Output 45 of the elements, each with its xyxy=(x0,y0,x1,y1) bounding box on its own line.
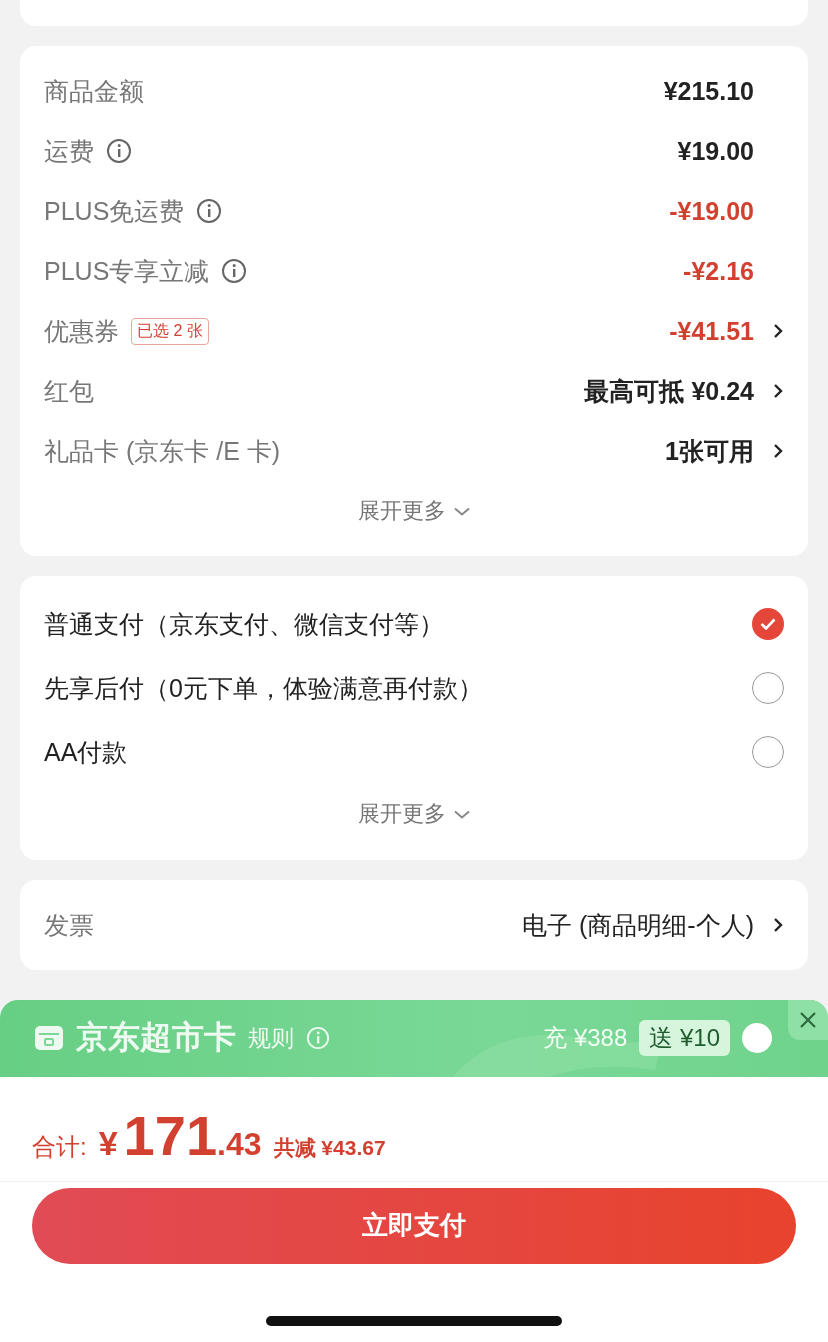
radio-button[interactable] xyxy=(752,672,784,704)
fee-label: 商品金额 xyxy=(44,75,144,107)
promo-title: 京东超市卡 xyxy=(76,1018,236,1058)
pay-button[interactable]: 立即支付 xyxy=(32,1187,796,1264)
close-button[interactable] xyxy=(788,1000,828,1040)
payment-option-label: AA付款 xyxy=(44,736,128,768)
recharge-amount: 充 ¥388 xyxy=(543,1023,628,1054)
fee-value: -¥19.00 xyxy=(669,196,754,226)
promo-checkbox[interactable] xyxy=(742,1023,772,1054)
check-icon xyxy=(760,618,776,630)
total-decimal: .43 xyxy=(217,1125,262,1163)
fee-value: ¥215.10 xyxy=(663,76,754,106)
fee-label: 礼品卡 (京东卡 /E 卡) xyxy=(44,435,281,467)
currency-symbol: ¥ xyxy=(98,1123,118,1163)
card-icon xyxy=(34,1025,64,1052)
fee-value: 最高可抵 ¥0.24 xyxy=(584,375,754,407)
info-icon[interactable] xyxy=(196,198,223,224)
chevron-down-icon xyxy=(454,506,470,516)
chevron-right-icon xyxy=(773,917,783,933)
fee-value: -¥2.16 xyxy=(683,256,754,286)
info-icon[interactable] xyxy=(221,258,248,284)
expand-more-link[interactable]: 展开更多 xyxy=(358,799,446,829)
fee-label: 运费 xyxy=(44,135,94,167)
expand-more-link[interactable]: 展开更多 xyxy=(358,496,446,526)
invoice-label: 发票 xyxy=(44,909,94,941)
radio-button[interactable] xyxy=(752,608,784,640)
bonus-badge: 送 ¥10 xyxy=(639,1020,730,1057)
saved-amount: 共减 ¥43.67 xyxy=(273,1134,386,1161)
fee-label: PLUS专享立减 xyxy=(44,255,210,287)
radio-button[interactable] xyxy=(752,736,784,768)
invoice-value: 电子 (商品明细-个人) xyxy=(522,909,754,941)
total-amount: 171 xyxy=(123,1102,218,1168)
coupon-tag: 已选 2 张 xyxy=(131,317,209,345)
payment-option-label: 先享后付（0元下单，体验满意再付款） xyxy=(44,672,483,704)
fee-label: 红包 xyxy=(44,375,94,407)
payment-option-label: 普通支付（京东支付、微信支付等） xyxy=(44,608,444,640)
info-icon[interactable] xyxy=(106,138,132,164)
fee-value: ¥19.00 xyxy=(677,136,754,166)
fee-label: PLUS免运费 xyxy=(44,195,185,227)
close-icon xyxy=(799,1011,817,1029)
fee-label: 优惠券 xyxy=(44,315,119,347)
fee-value: -¥41.51 xyxy=(669,316,754,346)
fee-value: 1张可用 xyxy=(665,435,754,467)
chevron-down-icon xyxy=(454,809,470,819)
total-label: 合计: xyxy=(32,1131,87,1162)
